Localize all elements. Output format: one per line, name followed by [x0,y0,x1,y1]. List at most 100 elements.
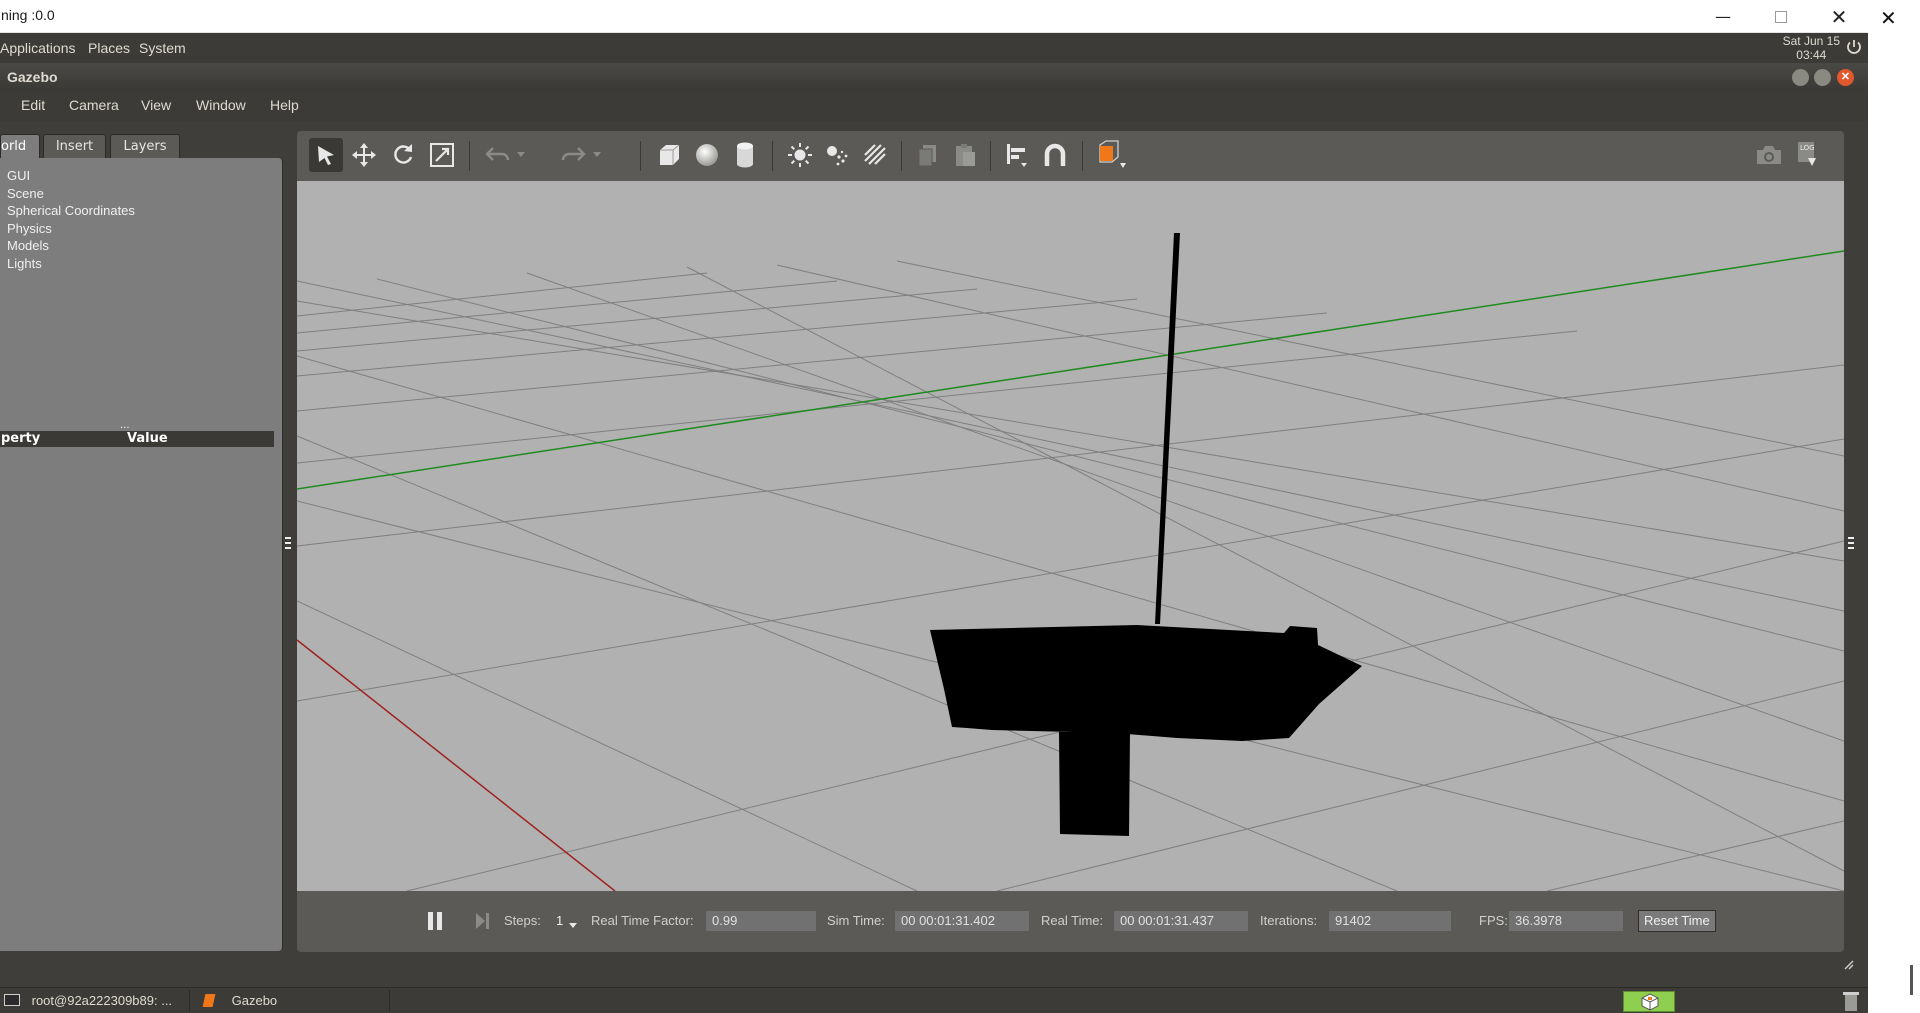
sailboat-model[interactable] [930,233,1362,836]
right-panel-collapse-handle[interactable] [1848,536,1854,550]
toolbar-separator [640,141,641,171]
real-time-label: Real Time: [1041,913,1104,928]
screenshot-button[interactable] [1752,138,1786,172]
copy-button[interactable] [911,138,945,172]
toolbar-separator [1082,141,1083,171]
tree-item-spherical-coordinates[interactable]: Spherical Coordinates [7,203,135,218]
iterations-label: Iterations: [1260,913,1318,928]
minimize-button[interactable]: — [1694,0,1752,33]
steps-spinbox[interactable]: 1 [556,913,563,928]
scale-icon [430,143,454,167]
y-axis-line [297,250,1844,490]
trash-icon[interactable] [1842,990,1860,1012]
terminal-icon [4,994,20,1006]
rotate-mode-button[interactable] [386,138,420,172]
x-axis-line [297,639,616,891]
tree-item-models[interactable]: Models [7,238,49,253]
wm-maximize-icon[interactable] [1814,69,1831,86]
snap-button[interactable] [1038,138,1072,172]
wm-close-icon[interactable]: ✕ [1837,69,1854,86]
paste-button[interactable] [948,138,982,172]
pause-button[interactable] [425,910,445,932]
menu-system[interactable]: System [139,40,186,56]
align-icon [1007,144,1027,167]
steps-label: Steps: [504,913,541,928]
resize-grip-icon[interactable] [1842,958,1854,970]
workspace-icon [1641,993,1659,1011]
reset-time-button[interactable]: Reset Time [1638,910,1716,932]
menu-camera[interactable]: Camera [69,97,119,113]
chevron-down-icon [593,152,601,157]
tree-item-physics[interactable]: Physics [7,221,52,236]
insert-cylinder-button[interactable] [728,138,762,172]
taskbar-item-gazebo[interactable]: Gazebo [196,990,390,1012]
close-button[interactable]: ✕ [1810,0,1868,33]
workspace-switcher[interactable] [1623,991,1675,1012]
iterations-value: 91402 [1329,911,1451,931]
step-button[interactable] [473,910,493,932]
redo-icon [561,147,586,161]
undo-button[interactable] [481,138,515,172]
host-right-strip [1868,0,1920,1013]
sphere-icon [696,144,718,166]
undo-history-dropdown[interactable] [513,138,529,172]
left-panel-collapse-handle[interactable] [285,536,291,550]
menu-places[interactable]: Places [88,40,130,56]
tree-item-lights[interactable]: Lights [7,256,42,271]
wm-minimize-icon[interactable] [1792,69,1809,86]
maximize-button[interactable] [1752,0,1810,33]
menu-edit[interactable]: Edit [21,97,45,113]
host-scrollbar[interactable] [1910,965,1913,995]
tree-item-gui[interactable]: GUI [7,168,30,183]
menu-help[interactable]: Help [270,97,299,113]
power-icon[interactable] [1845,38,1863,56]
tab-world[interactable]: orld [0,134,40,158]
pause-icon [428,912,442,930]
redo-history-dropdown[interactable] [589,138,605,172]
sim-time-label: Sim Time: [827,913,885,928]
redo-button[interactable] [556,138,590,172]
tree-item-scene[interactable]: Scene [7,186,44,201]
translate-mode-button[interactable] [347,138,381,172]
menu-applications[interactable]: Applications [0,40,76,56]
value-column-header[interactable]: Value [127,431,168,446]
render-viewport[interactable] [297,181,1844,891]
log-button[interactable]: LOG [1790,138,1824,172]
sim-time-value: 00 00:01:31.402 [895,911,1029,931]
real-time-value: 00 00:01:31.437 [1114,911,1248,931]
tab-layers[interactable]: Layers [110,134,180,158]
menu-window[interactable]: Window [196,97,246,113]
box-icon [660,144,680,165]
scene-svg[interactable] [297,181,1844,891]
tab-insert[interactable]: Insert [43,134,106,158]
clock-date: Sat Jun 15 [1782,34,1840,48]
splitter-grip[interactable]: ... [120,420,130,431]
point-light-button[interactable] [783,138,817,172]
select-mode-button[interactable] [309,138,343,172]
taskbar-item-terminal[interactable]: root@92a222309b89: ... [0,990,190,1012]
clock[interactable]: Sat Jun 15 03:44 [1783,34,1840,62]
spot-light-button[interactable] [820,138,854,172]
svg-text:LOG: LOG [1800,144,1815,152]
directional-light-button[interactable] [858,138,892,172]
taskbar: root@92a222309b89: ... Gazebo [0,987,1868,1013]
spotlight-icon [827,146,848,166]
gazebo-menu-bar: Edit Camera View Window Help [0,91,1868,121]
outer-close-icon[interactable]: ✕ [1880,6,1897,30]
gazebo-title-bar: Gazebo ✕ [0,63,1868,91]
toolbar-separator [990,141,991,171]
align-button[interactable] [1000,138,1034,172]
toolbar-separator [469,141,470,171]
fps-label: FPS: [1479,913,1508,928]
gazebo-window-title: Gazebo [7,69,58,85]
insert-box-button[interactable] [652,138,686,172]
menu-view[interactable]: View [141,97,171,113]
view-angle-cube-icon [1099,140,1126,168]
copy-icon [918,145,936,167]
insert-sphere-button[interactable] [690,138,724,172]
scale-mode-button[interactable] [425,138,459,172]
host-title-bar: ning :0.0 — ✕ [0,0,1868,33]
property-column-header[interactable]: perty [1,431,40,446]
view-angle-button[interactable] [1092,138,1130,172]
chevron-down-icon[interactable] [569,923,577,929]
